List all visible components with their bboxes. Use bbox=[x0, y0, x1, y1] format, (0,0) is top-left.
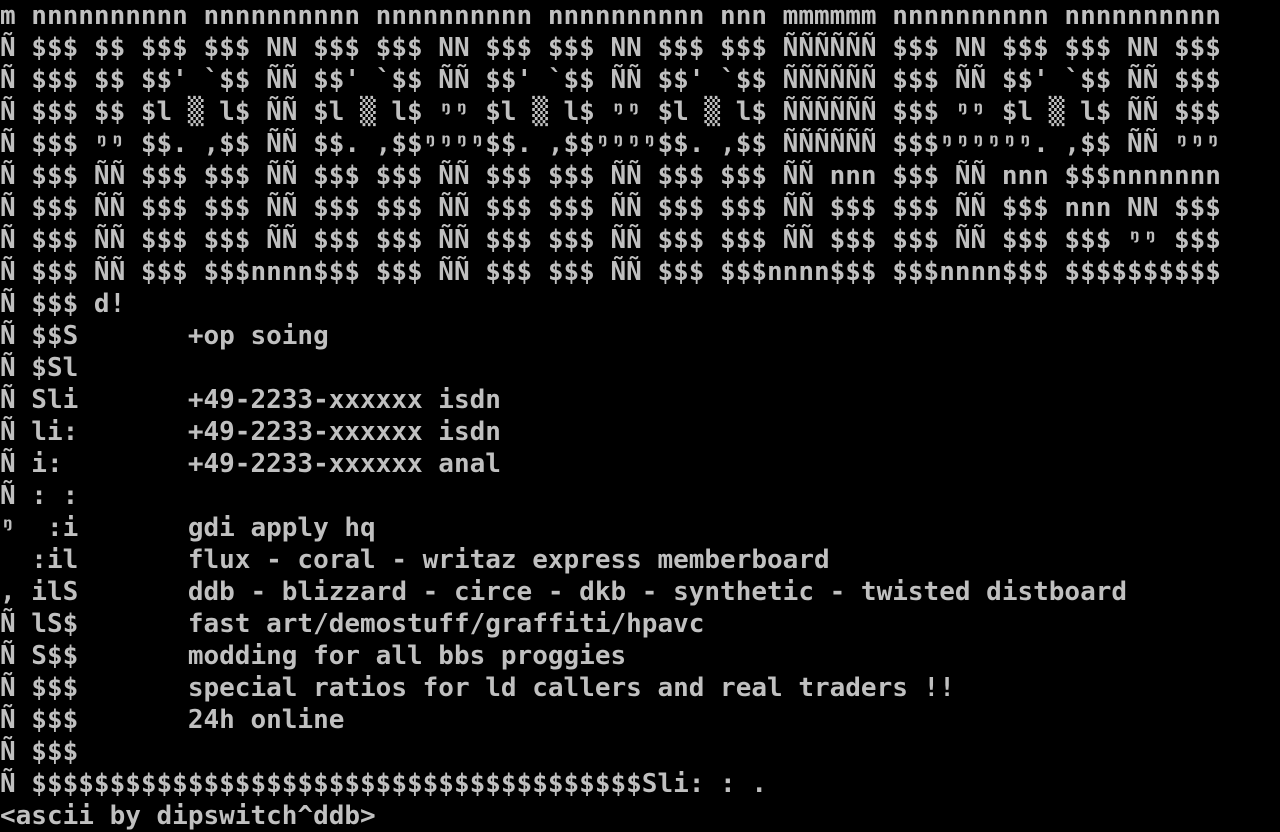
ascii-art-line: Ñ $Sl bbox=[0, 353, 79, 383]
sysop-info-line: Ñ $$S +op soing bbox=[0, 321, 329, 351]
ascii-logo-line: m nnnnnnnnnn nnnnnnnnnn nnnnnnnnnn nnnnn… bbox=[0, 1, 1221, 31]
ascii-logo-line: Ñ $$$ ᵑᵑ $$. ,$$ ÑÑ $$. ,$$ᵑᵑᵑᵑ$$. ,$$ᵑᵑ… bbox=[0, 129, 1221, 159]
board-info-line: :il flux - coral - writaz express member… bbox=[0, 545, 830, 575]
board-info-line: Ñ $$$ 24h online bbox=[0, 705, 345, 735]
ascii-art-line: Ñ $$$ bbox=[0, 737, 79, 767]
ascii-logo-line: Ñ $$$ $$ $l ▒ l$ ÑÑ $l ▒ l$ ᵑᵑ $l ▒ l$ ᵑ… bbox=[0, 97, 1221, 127]
ascii-art-line: Ñ : : bbox=[0, 481, 79, 511]
board-info-line: Ñ S$$ modding for all bbs proggies bbox=[0, 641, 627, 671]
ascii-logo-line: Ñ $$$ ÑÑ $$$ $$$ ÑÑ $$$ $$$ ÑÑ $$$ $$$ Ñ… bbox=[0, 225, 1221, 255]
ascii-logo-line: Ñ $$$ $$ $$$ $$$ NN $$$ $$$ NN $$$ $$$ N… bbox=[0, 33, 1221, 63]
board-info-line: , ilS ddb - blizzard - circe - dkb - syn… bbox=[0, 577, 1128, 607]
ascii-art-line: Ñ $$$$$$$$$$$$$$$$$$$$$$$$$$$$$$$$$$$$$$… bbox=[0, 769, 768, 799]
ascii-logo-line: Ñ $$$ $$ $$' `$$ ÑÑ $$' `$$ ÑÑ $$' `$$ Ñ… bbox=[0, 65, 1221, 95]
phone-number-line: Ñ Sli +49-2233-xxxxxx isdn bbox=[0, 385, 501, 415]
phone-number-line: Ñ li: +49-2233-xxxxxx isdn bbox=[0, 417, 501, 447]
ascii-credit-line: <ascii by dipswitch^ddb> bbox=[0, 801, 376, 831]
ascii-logo-line: Ñ $$$ ÑÑ $$$ $$$nnnn$$$ $$$ ÑÑ $$$ $$$ Ñ… bbox=[0, 257, 1221, 287]
phone-number-line: Ñ i: +49-2233-xxxxxx anal bbox=[0, 449, 501, 479]
board-info-line: Ñ $$$ special ratios for ld callers and … bbox=[0, 673, 955, 703]
ascii-art-line: Ñ $$$ d! bbox=[0, 289, 126, 319]
board-info-line: Ñ lS$ fast art/demostuff/graffiti/hpavc bbox=[0, 609, 705, 639]
terminal-screen: m nnnnnnnnnn nnnnnnnnnn nnnnnnnnnn nnnnn… bbox=[0, 0, 1280, 832]
ascii-logo-line: Ñ $$$ ÑÑ $$$ $$$ ÑÑ $$$ $$$ ÑÑ $$$ $$$ Ñ… bbox=[0, 193, 1221, 223]
board-info-line: ᵑ :i gdi apply hq bbox=[0, 513, 376, 543]
ascii-logo-line: Ñ $$$ ÑÑ $$$ $$$ ÑÑ $$$ $$$ ÑÑ $$$ $$$ Ñ… bbox=[0, 161, 1221, 191]
